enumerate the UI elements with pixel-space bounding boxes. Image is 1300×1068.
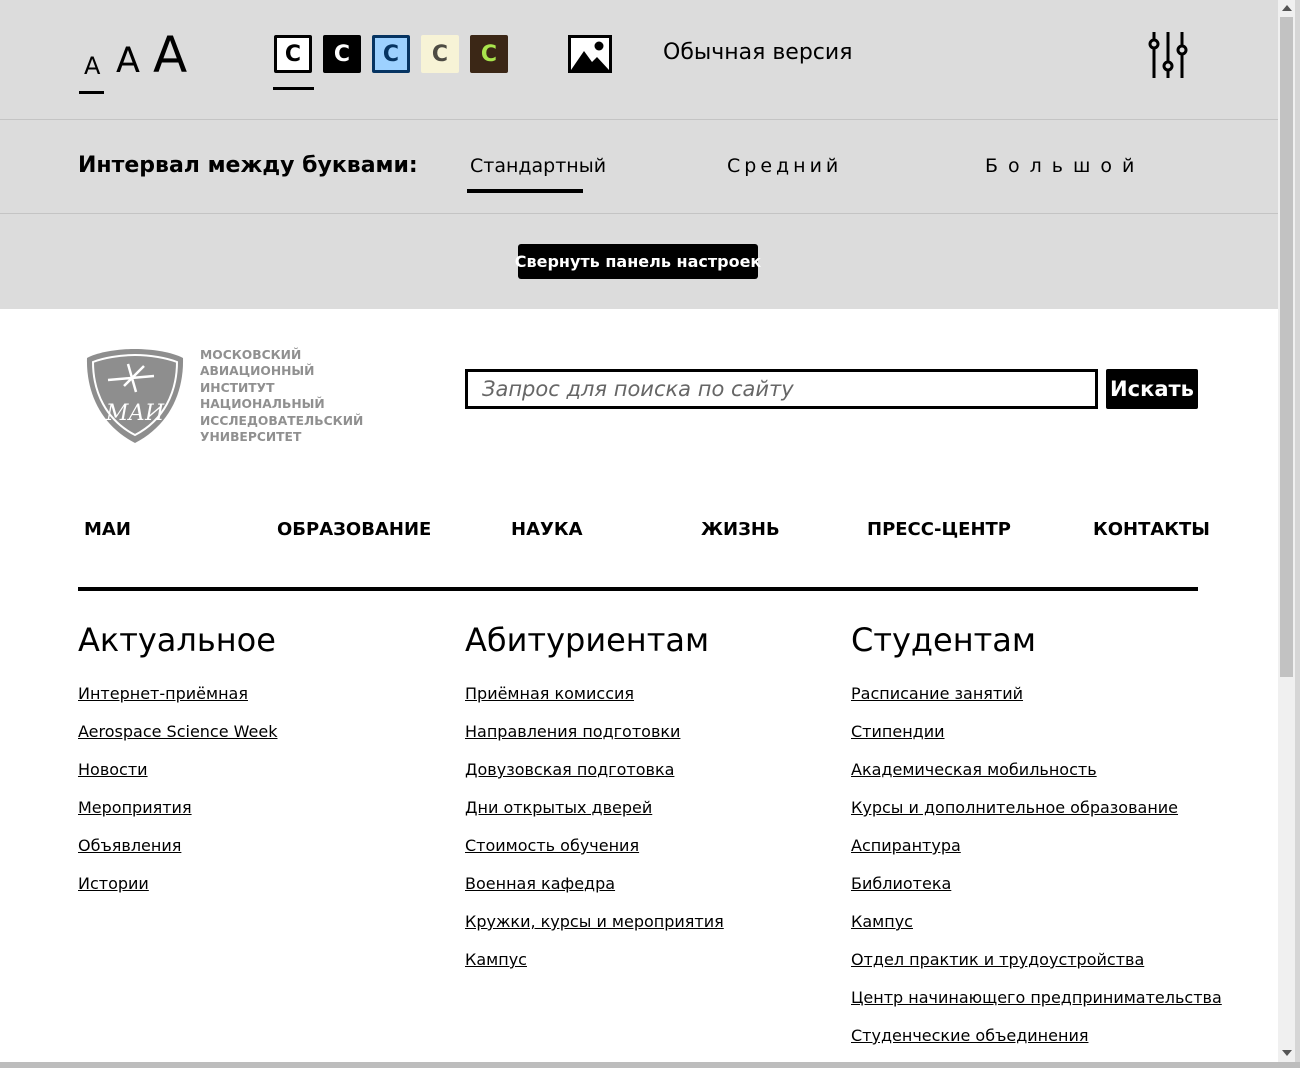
settings-row-collapse: Свернуть панель настроек (0, 214, 1278, 309)
scrollbar-thumb[interactable] (1280, 17, 1293, 677)
column-actual: Актуальное Интернет-приёмная Aerospace S… (78, 618, 278, 912)
column-link[interactable]: Академическая мобильность (851, 760, 1097, 779)
mai-logo-emblem[interactable]: МАИ (84, 346, 186, 446)
column-link[interactable]: Аспирантура (851, 836, 961, 855)
color-scheme-black-button[interactable]: C (323, 35, 361, 73)
nav-item-science[interactable]: НАУКА (511, 519, 583, 540)
column-link[interactable]: Новости (78, 760, 148, 779)
nav-item-education[interactable]: ОБРАЗОВАНИЕ (277, 519, 431, 540)
column-link[interactable]: Объявления (78, 836, 181, 855)
settings-row-spacing: Интервал между буквами: Стандартный Сред… (0, 120, 1278, 214)
font-size-small-button[interactable]: A (84, 54, 100, 78)
column-link[interactable]: Приёмная комиссия (465, 684, 634, 703)
column-link[interactable]: Дни открытых дверей (465, 798, 652, 817)
spacing-standard-option[interactable]: Стандартный (470, 155, 606, 177)
column-link[interactable]: Кружки, курсы и мероприятия (465, 912, 724, 931)
scroll-down-arrow-icon[interactable] (1282, 1050, 1292, 1056)
column-link[interactable]: Центр начинающего предпринимательства (851, 988, 1222, 1007)
font-size-active-indicator (79, 91, 104, 94)
column-link[interactable]: Кампус (851, 912, 913, 931)
vertical-scrollbar[interactable] (1278, 0, 1295, 1062)
settings-row-main: A A A C C C C C Обычная версия (0, 0, 1278, 120)
sliders-icon[interactable] (1145, 30, 1191, 80)
letter-spacing-label: Интервал между буквами: (78, 153, 418, 178)
column-link[interactable]: Мероприятия (78, 798, 192, 817)
university-name-line: институт (200, 380, 275, 395)
column-link[interactable]: Направления подготовки (465, 722, 680, 741)
column-link[interactable]: Истории (78, 874, 149, 893)
color-scheme-blue-button[interactable]: C (372, 35, 410, 73)
university-name-line: национальный (200, 397, 325, 412)
spacing-large-option[interactable]: Большой (985, 155, 1144, 177)
column-link[interactable]: Курсы и дополнительное образование (851, 798, 1178, 817)
university-name-line: исследовательский (200, 413, 364, 428)
university-name-line: авиационный (200, 364, 315, 379)
normal-version-link[interactable]: Обычная версия (663, 40, 852, 65)
column-link[interactable]: Отдел практик и трудоустройства (851, 950, 1144, 969)
font-size-large-button[interactable]: A (153, 30, 187, 80)
column-link[interactable]: Aerospace Science Week (78, 722, 278, 741)
column-link[interactable]: Стипендии (851, 722, 945, 741)
background-window-edge (1295, 0, 1300, 1068)
color-scheme-white-button[interactable]: C (274, 35, 312, 73)
search-button[interactable]: Искать (1106, 369, 1198, 409)
university-name-text[interactable]: Московский авиационный институт национал… (200, 347, 363, 445)
color-scheme-beige-button[interactable]: C (421, 35, 459, 73)
column-title: Абитуриентам (465, 621, 710, 659)
site-search-input[interactable] (465, 369, 1098, 409)
collapse-settings-button[interactable]: Свернуть панель настроек (515, 244, 761, 279)
svg-text:МАИ: МАИ (105, 401, 165, 426)
nav-item-life[interactable]: ЖИЗНЬ (701, 519, 780, 540)
column-title: Актуальное (78, 621, 276, 659)
scroll-up-arrow-icon[interactable] (1282, 5, 1292, 11)
background-window-edge (0, 1062, 1300, 1068)
column-students: Студентам Расписание занятий Стипендии А… (851, 618, 1222, 1064)
nav-item-press-center[interactable]: ПРЕСС-ЦЕНТР (867, 519, 1011, 540)
column-title: Студентам (851, 621, 1037, 659)
university-name-line: Московский (200, 348, 302, 362)
nav-item-mai[interactable]: МАИ (84, 519, 131, 540)
university-name-line: университет (200, 430, 302, 445)
column-link[interactable]: Интернет-приёмная (78, 684, 248, 703)
accessibility-settings-panel: A A A C C C C C Обычная версия Интервал … (0, 0, 1278, 309)
color-scheme-active-indicator (273, 87, 314, 90)
spacing-medium-option[interactable]: Средний (727, 155, 842, 177)
column-link[interactable]: Студенческие объединения (851, 1026, 1088, 1045)
main-navigation: МАИ ОБРАЗОВАНИЕ НАУКА ЖИЗНЬ ПРЕСС-ЦЕНТР … (78, 505, 1210, 591)
column-link[interactable]: Библиотека (851, 874, 951, 893)
nav-item-contacts[interactable]: КОНТАКТЫ (1093, 519, 1210, 540)
column-applicants: Абитуриентам Приёмная комиссия Направлен… (465, 618, 724, 988)
column-link[interactable]: Расписание занятий (851, 684, 1023, 703)
font-size-medium-button[interactable]: A (116, 44, 140, 79)
column-link[interactable]: Кампус (465, 950, 527, 969)
column-link[interactable]: Военная кафедра (465, 874, 615, 893)
color-scheme-brown-button[interactable]: C (470, 35, 508, 73)
image-icon[interactable] (568, 35, 612, 73)
spacing-active-indicator (467, 189, 583, 193)
column-link[interactable]: Стоимость обучения (465, 836, 639, 855)
column-link[interactable]: Довузовская подготовка (465, 760, 674, 779)
